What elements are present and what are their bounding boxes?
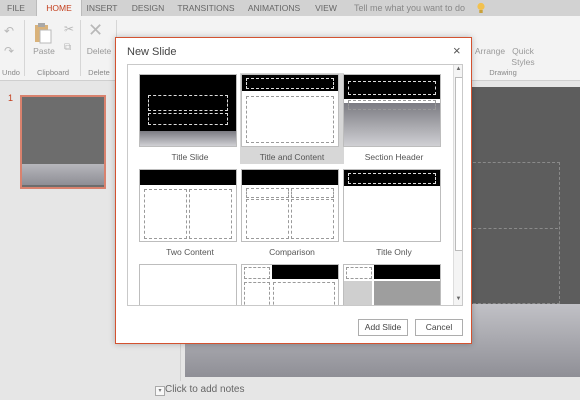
group-clipboard-label: Clipboard <box>36 68 70 77</box>
layout-label: Two Content <box>166 247 214 257</box>
layout-preview <box>241 74 339 147</box>
redo-icon[interactable]: ↷ <box>4 44 14 58</box>
layout-preview <box>139 169 237 242</box>
tab-transitions[interactable]: TRANSITIONS <box>174 0 238 16</box>
delete-icon[interactable]: ✕ <box>88 20 103 41</box>
notes-placeholder[interactable]: Click to add notes <box>165 384 245 395</box>
layout-section-header[interactable]: Section Header <box>342 73 446 164</box>
layout-content-with-caption[interactable] <box>240 263 344 305</box>
new-slide-dialog: New Slide × Title Slide Title and Conten… <box>115 37 472 344</box>
layout-preview <box>343 169 441 242</box>
layout-preview <box>139 264 237 305</box>
layout-two-content[interactable]: Two Content <box>138 168 242 259</box>
tab-file[interactable]: FILE <box>0 0 32 16</box>
layout-preview <box>139 74 237 147</box>
scroll-thumb[interactable] <box>455 77 462 251</box>
group-separator <box>24 20 25 76</box>
scroll-up-icon[interactable]: ▲ <box>454 65 462 74</box>
paste-button[interactable]: Paste <box>30 46 58 56</box>
tab-insert[interactable]: INSERT <box>82 0 122 16</box>
placeholder-divider <box>468 228 558 229</box>
group-delete-label: Delete <box>88 68 110 77</box>
layout-picture-with-caption[interactable] <box>342 263 446 305</box>
layout-title-and-content[interactable]: Title and Content <box>240 73 344 164</box>
undo-icon[interactable]: ↶ <box>4 24 14 38</box>
slide-placeholder[interactable] <box>468 162 560 304</box>
cut-icon[interactable]: ✂ <box>64 22 74 36</box>
tell-me-search[interactable]: Tell me what you want to do <box>350 1 494 15</box>
slide-number: 1 <box>8 93 14 103</box>
quick-styles-button[interactable]: Quick Styles <box>508 46 538 68</box>
layout-blank[interactable] <box>138 263 242 305</box>
layout-label: Comparison <box>269 247 315 257</box>
group-undo-label: Undo <box>2 68 20 77</box>
delete-button[interactable]: Delete <box>84 46 114 56</box>
layout-preview <box>241 169 339 242</box>
tab-animations[interactable]: ANIMATIONS <box>244 0 304 16</box>
notes-toggle-button[interactable]: ▾ <box>155 386 165 396</box>
dialog-title: New Slide <box>127 46 177 58</box>
layout-preview <box>241 264 339 305</box>
close-icon[interactable]: × <box>453 43 461 58</box>
cancel-button[interactable]: Cancel <box>415 319 463 336</box>
gallery-scrollbar[interactable]: ▲ ▼ <box>453 65 462 305</box>
tab-home[interactable]: HOME <box>36 0 82 16</box>
layout-label: Title and Content <box>259 152 325 162</box>
layout-preview <box>343 74 441 147</box>
lightbulb-icon <box>477 2 485 13</box>
layout-preview <box>343 264 441 305</box>
layout-title-slide[interactable]: Title Slide <box>138 73 242 164</box>
arrange-button[interactable]: Arrange <box>472 46 508 56</box>
group-drawing-label: Drawing <box>489 68 517 77</box>
layout-label: Title Slide <box>171 152 209 162</box>
group-separator <box>80 20 81 76</box>
tab-design[interactable]: DESIGN <box>126 0 170 16</box>
paste-icon[interactable] <box>34 22 52 44</box>
slide-thumbnail-band <box>22 164 104 185</box>
layout-gallery: Title Slide Title and Content Section He… <box>127 64 463 306</box>
layout-label: Section Header <box>364 152 424 162</box>
layout-comparison[interactable]: Comparison <box>240 168 344 259</box>
add-slide-button[interactable]: Add Slide <box>358 319 408 336</box>
scroll-down-icon[interactable]: ▼ <box>454 295 462 304</box>
layout-label: Title Only <box>376 247 412 257</box>
copy-icon[interactable]: ⧉ <box>64 42 71 53</box>
tab-view[interactable]: VIEW <box>310 0 342 16</box>
layout-title-only[interactable]: Title Only <box>342 168 446 259</box>
